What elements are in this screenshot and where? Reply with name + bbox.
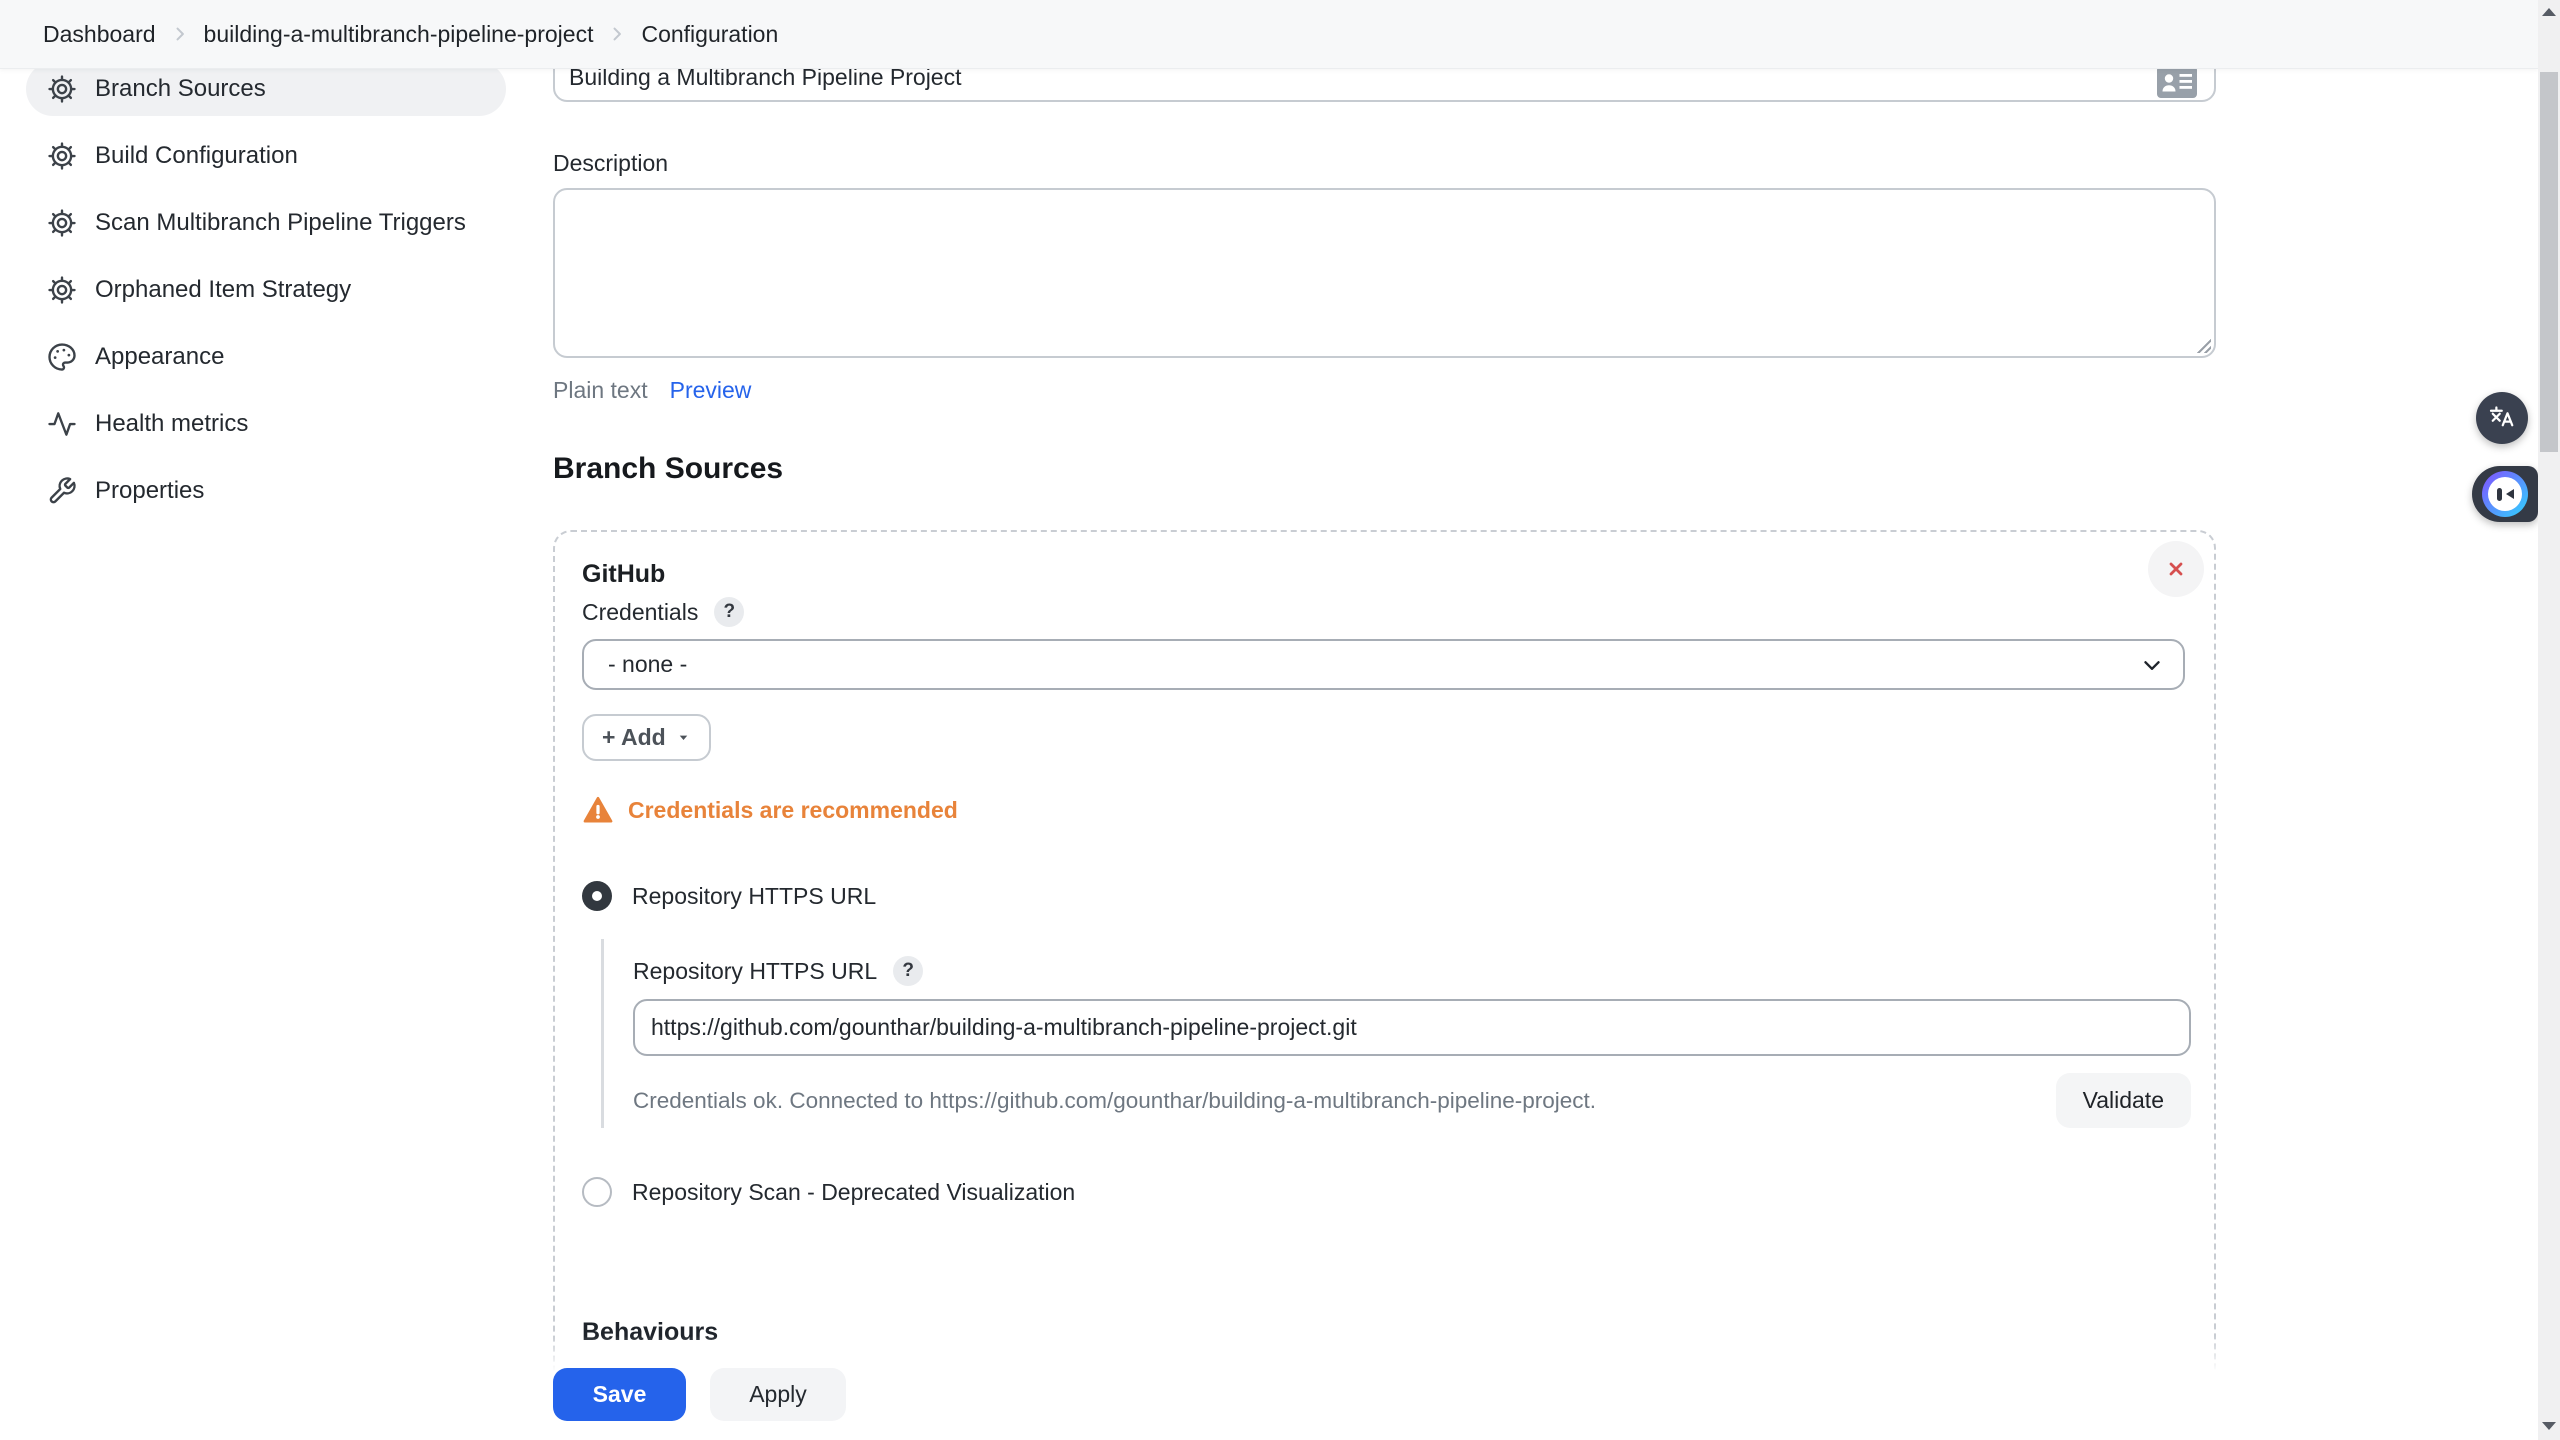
radio-label: Repository Scan - Deprecated Visualizati… <box>632 1179 1075 1206</box>
config-section-nav: Branch Sources Build Configuration Scan … <box>26 62 506 518</box>
ai-assistant-icon <box>2482 471 2528 517</box>
https-url-settings-block: Repository HTTPS URL ? Credentials ok. C… <box>601 939 2186 1128</box>
add-button-label: + Add <box>602 724 666 751</box>
description-label: Description <box>553 150 2216 178</box>
form-action-bar: Save Apply <box>0 1336 2538 1440</box>
translate-extension-button[interactable] <box>2476 392 2528 444</box>
sidebar-item-health-metrics[interactable]: Health metrics <box>26 397 506 451</box>
credentials-warning-text: Credentials are recommended <box>628 797 958 824</box>
chevron-right-icon <box>170 24 190 44</box>
sidebar-item-label: Properties <box>95 477 204 505</box>
markup-mode-label: Plain text <box>553 377 648 404</box>
github-source-title: GitHub <box>582 560 2186 590</box>
ai-assistant-button[interactable] <box>2472 466 2538 522</box>
vertical-scrollbar[interactable] <box>2538 0 2560 1440</box>
scrollbar-up-arrow-icon[interactable] <box>2542 8 2556 16</box>
breadcrumb-dashboard-link[interactable]: Dashboard <box>43 21 156 48</box>
credentials-validation-message: Credentials ok. Connected to https://git… <box>633 1088 1596 1114</box>
contact-card-icon[interactable] <box>2157 66 2197 98</box>
scrollbar-thumb[interactable] <box>2540 72 2558 452</box>
preview-link[interactable]: Preview <box>670 377 752 404</box>
help-icon[interactable]: ? <box>714 597 744 627</box>
repository-https-url-radio[interactable]: Repository HTTPS URL <box>582 881 2186 911</box>
remove-source-button[interactable] <box>2148 541 2204 597</box>
gear-icon <box>47 74 77 104</box>
sidebar-item-scan-triggers[interactable]: Scan Multibranch Pipeline Triggers <box>26 196 506 250</box>
credentials-label: Credentials <box>582 599 698 626</box>
sidebar-item-orphaned-item-strategy[interactable]: Orphaned Item Strategy <box>26 263 506 317</box>
sidebar-item-label: Branch Sources <box>95 75 266 103</box>
translate-icon <box>2487 403 2517 433</box>
apply-button[interactable]: Apply <box>710 1368 846 1421</box>
radio-label: Repository HTTPS URL <box>632 883 876 910</box>
sidebar-item-label: Orphaned Item Strategy <box>95 276 351 304</box>
breadcrumb-configuration: Configuration <box>641 21 778 48</box>
description-textarea[interactable] <box>553 188 2216 358</box>
sidebar-item-build-configuration[interactable]: Build Configuration <box>26 129 506 183</box>
activity-icon <box>47 409 77 439</box>
save-button[interactable]: Save <box>553 1368 686 1421</box>
warning-icon <box>582 795 614 825</box>
sidebar-item-appearance[interactable]: Appearance <box>26 330 506 384</box>
breadcrumb: Dashboard building-a-multibranch-pipelin… <box>0 0 2538 69</box>
repository-scan-radio[interactable]: Repository Scan - Deprecated Visualizati… <box>582 1177 2186 1207</box>
branch-sources-heading: Branch Sources <box>553 452 2216 486</box>
radio-unselected-icon <box>582 1177 612 1207</box>
sidebar-item-label: Build Configuration <box>95 142 298 170</box>
palette-icon <box>47 342 77 372</box>
wrench-icon <box>47 476 77 506</box>
chevron-down-icon <box>2139 652 2165 678</box>
gear-icon <box>47 208 77 238</box>
chevron-right-icon <box>607 24 627 44</box>
sidebar-item-branch-sources[interactable]: Branch Sources <box>26 62 506 116</box>
add-credentials-button[interactable]: + Add <box>582 714 711 761</box>
sidebar-item-label: Scan Multibranch Pipeline Triggers <box>95 209 466 237</box>
gear-icon <box>47 141 77 171</box>
radio-selected-icon <box>582 881 612 911</box>
repository-url-input[interactable] <box>633 999 2191 1056</box>
credentials-selected-value: - none - <box>608 651 687 678</box>
close-icon <box>2161 554 2191 584</box>
caret-down-icon <box>676 730 691 745</box>
validate-button[interactable]: Validate <box>2056 1073 2191 1128</box>
help-icon[interactable]: ? <box>893 956 923 986</box>
breadcrumb-project-link[interactable]: building-a-multibranch-pipeline-project <box>204 21 594 48</box>
configuration-form: Description Plain text Preview Branch So… <box>553 0 2216 1440</box>
resize-grip[interactable] <box>2196 338 2211 353</box>
sidebar-item-label: Health metrics <box>95 410 248 438</box>
url-field-label: Repository HTTPS URL <box>633 958 877 985</box>
gear-icon <box>47 275 77 305</box>
github-branch-source-card: GitHub Credentials ? - none - + Add <box>553 530 2216 1440</box>
sidebar-item-label: Appearance <box>95 343 224 371</box>
jenkins-configuration-page: Dashboard building-a-multibranch-pipelin… <box>0 0 2560 1440</box>
scrollbar-down-arrow-icon[interactable] <box>2542 1422 2556 1430</box>
sidebar-item-properties[interactable]: Properties <box>26 464 506 518</box>
credentials-select[interactable]: - none - <box>582 639 2185 690</box>
